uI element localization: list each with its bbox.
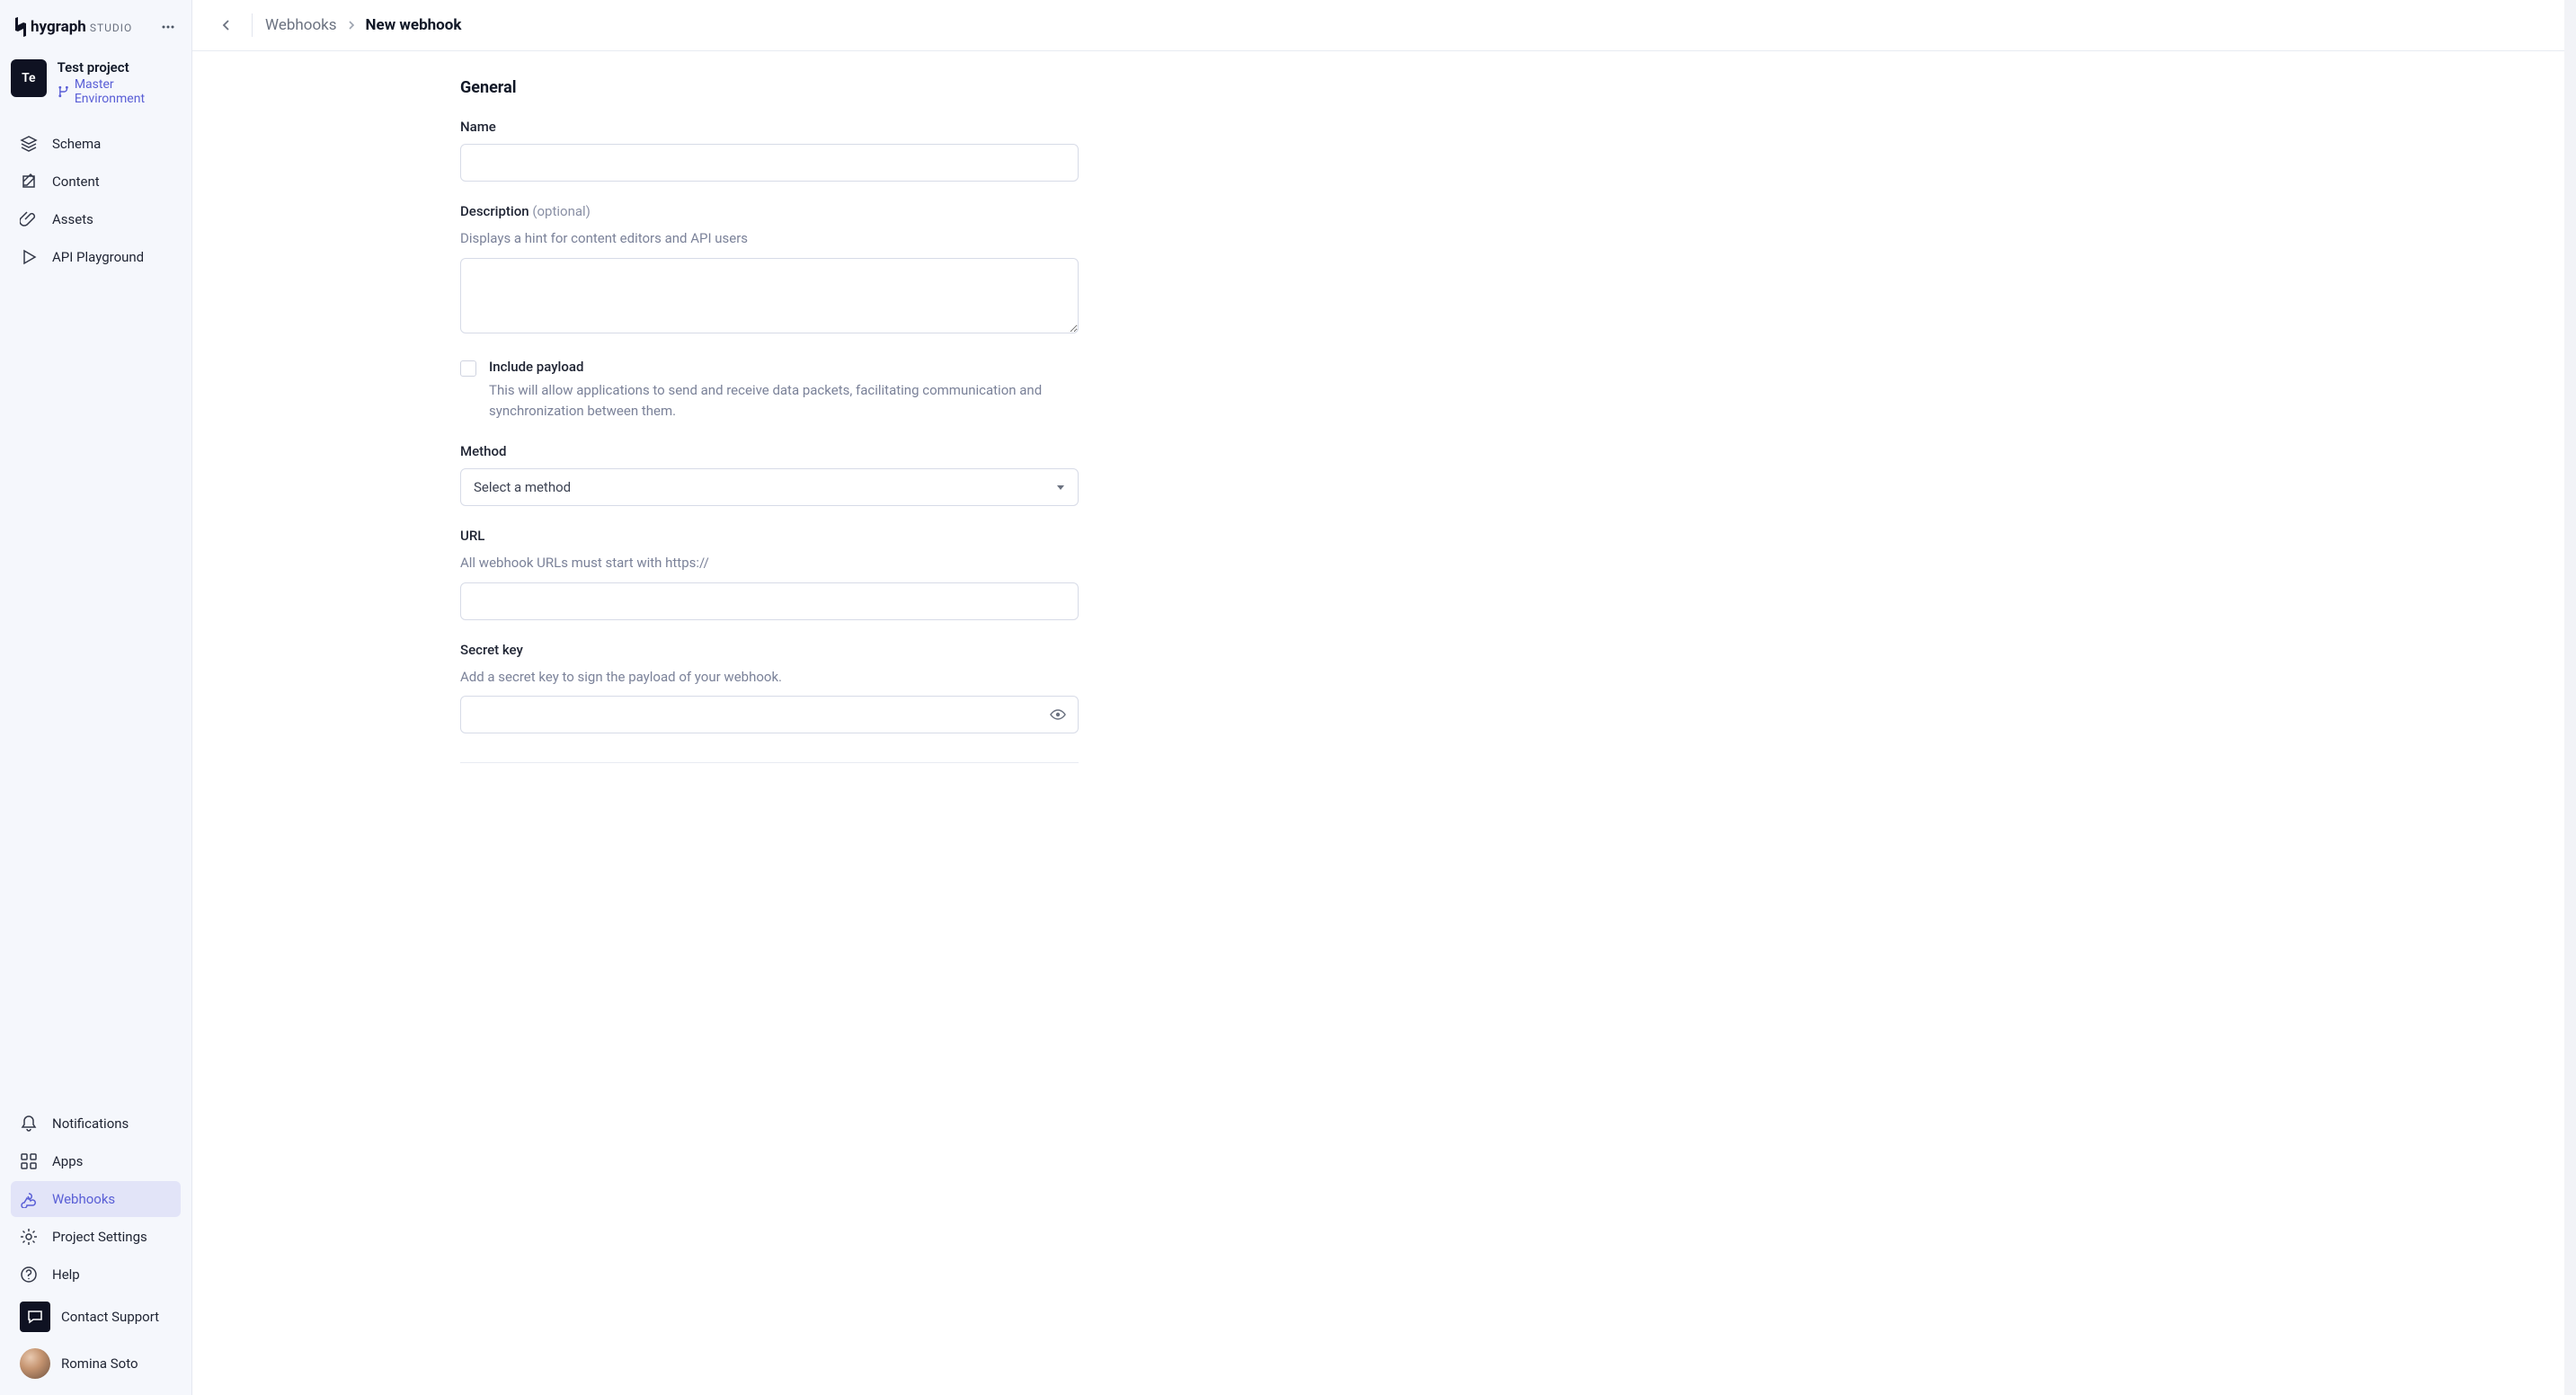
breadcrumb-parent[interactable]: Webhooks bbox=[265, 16, 337, 34]
nav-label: Content bbox=[52, 173, 100, 190]
nav-item-content[interactable]: Content bbox=[11, 164, 181, 200]
url-hint: All webhook URLs must start with https:/… bbox=[460, 553, 1079, 573]
nav-label: Help bbox=[52, 1266, 80, 1283]
caret-down-icon bbox=[1056, 483, 1065, 492]
paperclip-icon bbox=[20, 210, 38, 228]
project-avatar: Te bbox=[11, 59, 47, 97]
logo-mark-icon bbox=[13, 17, 29, 37]
main: Webhooks New webhook General Name Descri… bbox=[192, 0, 2576, 1395]
description-optional: (optional) bbox=[532, 203, 591, 219]
user-name: Romina Soto bbox=[61, 1355, 138, 1372]
environment-name: Master Environment bbox=[75, 77, 181, 106]
section-title: General bbox=[460, 78, 1079, 97]
sidebar-more-button[interactable] bbox=[157, 16, 179, 38]
nav-item-assets[interactable]: Assets bbox=[11, 201, 181, 237]
nav-item-help[interactable]: Help bbox=[11, 1257, 181, 1293]
method-select[interactable]: Select a method bbox=[460, 468, 1079, 506]
chat-icon bbox=[20, 1302, 50, 1332]
secret-label: Secret key bbox=[460, 642, 1079, 658]
nav-item-contact-support[interactable]: Contact Support bbox=[11, 1294, 181, 1339]
logo-row: hygraph STUDIO bbox=[0, 0, 191, 49]
layers-icon bbox=[20, 135, 38, 153]
user-avatar bbox=[20, 1348, 50, 1379]
description-label: Description (optional) bbox=[460, 203, 1079, 219]
section-divider bbox=[460, 762, 1079, 763]
nav-label: Assets bbox=[52, 211, 93, 227]
nav-item-webhooks[interactable]: Webhooks bbox=[11, 1181, 181, 1217]
question-icon bbox=[20, 1266, 38, 1284]
nav-top: Schema Content Assets API Playground bbox=[0, 117, 191, 284]
bell-icon bbox=[20, 1115, 38, 1133]
gear-icon bbox=[20, 1228, 38, 1246]
nav-item-api-playground[interactable]: API Playground bbox=[11, 239, 181, 275]
back-button[interactable] bbox=[214, 13, 239, 38]
nav-label: Notifications bbox=[52, 1115, 129, 1132]
nav-item-notifications[interactable]: Notifications bbox=[11, 1106, 181, 1142]
project-name: Test project bbox=[58, 59, 181, 76]
content-scroll[interactable]: General Name Description (optional) Disp… bbox=[192, 51, 2576, 1395]
breadcrumb: Webhooks New webhook bbox=[265, 16, 461, 34]
separator bbox=[252, 13, 253, 37]
topbar: Webhooks New webhook bbox=[192, 0, 2576, 51]
grid-icon bbox=[20, 1152, 38, 1170]
method-placeholder: Select a method bbox=[474, 479, 571, 495]
edit-icon bbox=[20, 173, 38, 191]
brand-name: hygraph bbox=[31, 18, 86, 36]
chevron-left-icon bbox=[219, 18, 234, 32]
brand-studio: STUDIO bbox=[90, 22, 132, 34]
project-switcher[interactable]: Te Test project Master Environment bbox=[0, 49, 191, 117]
support-label: Contact Support bbox=[61, 1309, 159, 1325]
description-label-text: Description bbox=[460, 203, 529, 219]
include-payload-checkbox[interactable] bbox=[460, 360, 476, 377]
nav-label: Webhooks bbox=[52, 1191, 115, 1207]
webhook-icon bbox=[20, 1190, 38, 1208]
sidebar: hygraph STUDIO Te Test project Master En… bbox=[0, 0, 192, 1395]
description-hint: Displays a hint for content editors and … bbox=[460, 228, 1079, 249]
method-label: Method bbox=[460, 443, 1079, 459]
include-payload-help: This will allow applications to send and… bbox=[489, 380, 1079, 422]
include-payload-label: Include payload bbox=[489, 359, 1079, 375]
dots-icon bbox=[161, 20, 175, 34]
secret-hint: Add a secret key to sign the payload of … bbox=[460, 667, 1079, 688]
nav-item-schema[interactable]: Schema bbox=[11, 126, 181, 162]
user-menu[interactable]: Romina Soto bbox=[11, 1341, 181, 1386]
eye-icon bbox=[1050, 706, 1066, 723]
nav-label: Apps bbox=[52, 1153, 83, 1169]
branch-icon bbox=[58, 85, 69, 98]
play-icon bbox=[20, 248, 38, 266]
chevron-right-icon bbox=[346, 20, 357, 31]
name-label: Name bbox=[460, 119, 1079, 135]
name-input[interactable] bbox=[460, 144, 1079, 182]
description-input[interactable] bbox=[460, 258, 1079, 333]
url-label: URL bbox=[460, 528, 1079, 544]
nav-label: Schema bbox=[52, 136, 101, 152]
nav-label: API Playground bbox=[52, 249, 144, 265]
nav-item-project-settings[interactable]: Project Settings bbox=[11, 1219, 181, 1255]
secret-input[interactable] bbox=[460, 696, 1079, 733]
reveal-secret-button[interactable] bbox=[1046, 703, 1070, 726]
nav-label: Project Settings bbox=[52, 1229, 147, 1245]
scrollbar-track[interactable] bbox=[2564, 0, 2576, 1395]
breadcrumb-current: New webhook bbox=[366, 16, 462, 34]
brand-logo[interactable]: hygraph STUDIO bbox=[13, 17, 132, 37]
nav-item-apps[interactable]: Apps bbox=[11, 1143, 181, 1179]
url-input[interactable] bbox=[460, 582, 1079, 620]
nav-bottom: Notifications Apps Webhooks Project Sett… bbox=[0, 1097, 191, 1395]
